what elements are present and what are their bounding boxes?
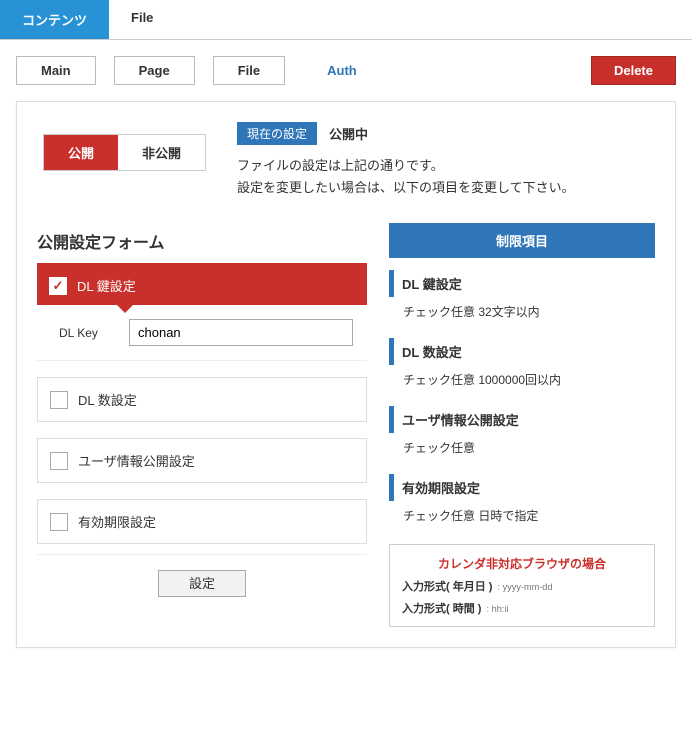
dl-key-section-header[interactable]: ✓ DL 鍵設定 xyxy=(37,266,367,305)
publish-public-button[interactable]: 公開 xyxy=(44,135,118,170)
top-tab-contents[interactable]: コンテンツ xyxy=(0,0,109,39)
delete-button[interactable]: Delete xyxy=(591,56,676,85)
cal-date-fmt: : yyyy-mm-dd xyxy=(498,582,553,592)
file-button[interactable]: File xyxy=(213,56,285,85)
status-desc-2: 設定を変更したい場合は、以下の項目を変更して下さい。 xyxy=(237,177,575,199)
dl-count-checkbox[interactable] xyxy=(50,391,68,409)
dl-count-row[interactable]: DL 数設定 xyxy=(37,377,367,422)
expiry-row[interactable]: 有効期限設定 xyxy=(37,499,367,544)
form-title: 公開設定フォーム xyxy=(37,223,367,266)
info-dlcount-body: チェック任意 1000000回以内 xyxy=(389,365,655,394)
info-expiry-body: チェック任意 日時で指定 xyxy=(389,501,655,530)
status-desc-1: ファイルの設定は上記の通りです。 xyxy=(237,155,575,177)
settings-panel: 公開 非公開 現在の設定 公開中 ファイルの設定は上記の通りです。 設定を変更し… xyxy=(16,101,676,648)
info-userinfo-title: ユーザ情報公開設定 xyxy=(389,406,655,433)
dl-key-checkbox[interactable]: ✓ xyxy=(49,277,67,295)
dl-key-field-row: DL Key xyxy=(37,305,367,361)
info-dlkey-body: チェック任意 32文字以内 xyxy=(389,297,655,326)
expiry-label: 有効期限設定 xyxy=(78,512,156,531)
status-badge: 現在の設定 xyxy=(237,122,317,145)
submit-button[interactable]: 設定 xyxy=(158,570,246,597)
publish-private-button[interactable]: 非公開 xyxy=(118,135,205,170)
info-userinfo-body: チェック任意 xyxy=(389,433,655,462)
info-expiry-title: 有効期限設定 xyxy=(389,474,655,501)
user-info-row[interactable]: ユーザ情報公開設定 xyxy=(37,438,367,483)
toolbar: Main Page File Auth Delete xyxy=(0,40,692,101)
info-column: 制限項目 DL 鍵設定 チェック任意 32文字以内 DL 数設定 チェック任意 … xyxy=(389,223,655,627)
top-tabs: コンテンツ File xyxy=(0,0,692,40)
dl-key-field-label: DL Key xyxy=(59,326,119,340)
dl-count-label: DL 数設定 xyxy=(78,390,137,409)
cal-time-label: 入力形式( 時間 ) xyxy=(402,603,481,615)
top-tab-file[interactable]: File xyxy=(109,0,175,39)
user-info-checkbox[interactable] xyxy=(50,452,68,470)
expiry-checkbox[interactable] xyxy=(50,513,68,531)
info-dlkey-title: DL 鍵設定 xyxy=(389,270,655,297)
page-button[interactable]: Page xyxy=(114,56,195,85)
info-dlcount-title: DL 数設定 xyxy=(389,338,655,365)
form-column: 公開設定フォーム ✓ DL 鍵設定 DL Key DL 数設定 ユーザ情報公開設… xyxy=(37,223,367,627)
main-button[interactable]: Main xyxy=(16,56,96,85)
dl-key-label: DL 鍵設定 xyxy=(77,276,136,295)
info-header: 制限項目 xyxy=(389,223,655,258)
user-info-label: ユーザ情報公開設定 xyxy=(78,451,195,470)
calendar-warn: カレンダ非対応ブラウザの場合 xyxy=(402,555,642,572)
cal-date-label: 入力形式( 年月日 ) xyxy=(402,581,492,593)
dl-key-input[interactable] xyxy=(129,319,353,346)
status-block: 現在の設定 公開中 ファイルの設定は上記の通りです。 設定を変更したい場合は、以… xyxy=(237,122,575,199)
status-value: 公開中 xyxy=(329,124,368,143)
cal-time-fmt: : hh:ii xyxy=(487,604,509,614)
auth-tab[interactable]: Auth xyxy=(303,57,381,84)
calendar-hint-box: カレンダ非対応ブラウザの場合 入力形式( 年月日 ) : yyyy-mm-dd … xyxy=(389,544,655,627)
publish-toggle: 公開 非公開 xyxy=(43,134,206,171)
